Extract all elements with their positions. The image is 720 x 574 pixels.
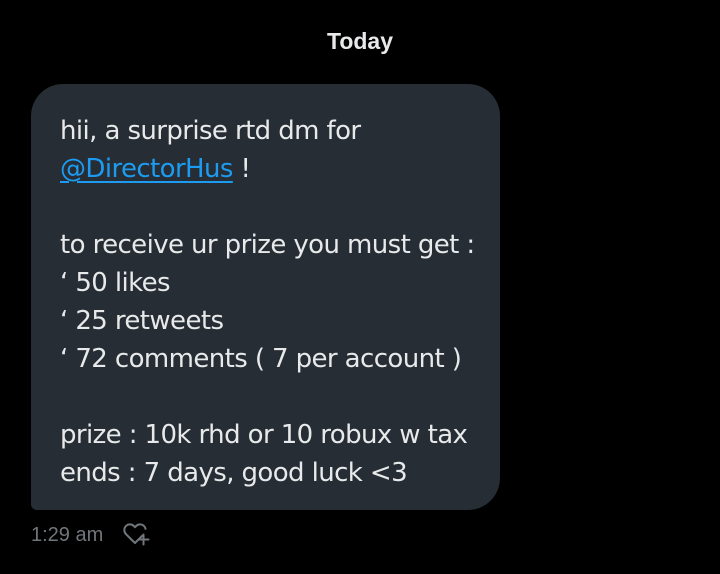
message-meta: 1:29 am bbox=[31, 520, 151, 550]
message-line: ends : 7 days, good luck <3 bbox=[60, 458, 408, 488]
message-line: ‘ 25 retweets bbox=[60, 306, 224, 336]
message-line: prize : 10k rhd or 10 robux w tax bbox=[60, 420, 468, 450]
message-line: ‘ 72 comments ( 7 per account ) bbox=[60, 344, 462, 374]
date-separator: Today bbox=[326, 28, 394, 54]
heart-plus-icon[interactable] bbox=[121, 520, 151, 550]
mention-suffix: ! bbox=[232, 154, 251, 184]
user-mention-link[interactable]: @DirectorHus bbox=[60, 154, 233, 184]
message-line: to receive ur prize you must get : bbox=[60, 230, 475, 260]
message-line-mention: @DirectorHus ! bbox=[60, 150, 480, 188]
message-line: ‘ 50 likes bbox=[60, 268, 171, 298]
message-timestamp: 1:29 am bbox=[31, 524, 104, 546]
message-line: hii, a surprise rtd dm for bbox=[60, 116, 361, 146]
message-bubble[interactable]: hii, a surprise rtd dm for @DirectorHus … bbox=[31, 84, 500, 510]
